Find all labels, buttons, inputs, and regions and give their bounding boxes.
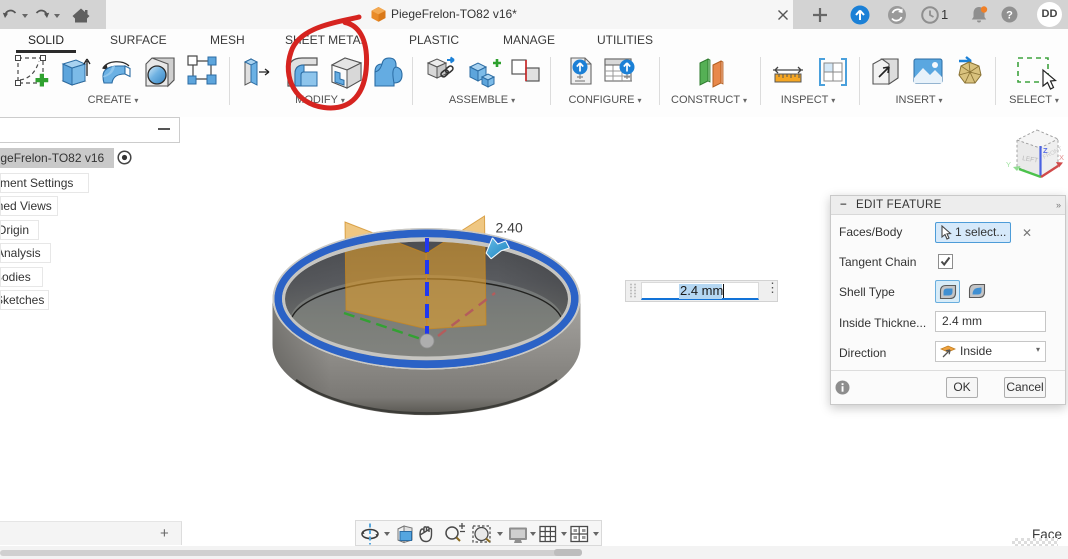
svg-text:Y: Y bbox=[1006, 160, 1011, 169]
svg-text:2.40: 2.40 bbox=[496, 220, 523, 236]
svg-text:X: X bbox=[1059, 153, 1064, 162]
svg-text:?: ? bbox=[1006, 9, 1013, 21]
svg-text:LEFT: LEFT bbox=[1022, 155, 1039, 164]
svg-text:FRONT: FRONT bbox=[1042, 146, 1064, 161]
svg-text:Z: Z bbox=[1043, 146, 1048, 155]
